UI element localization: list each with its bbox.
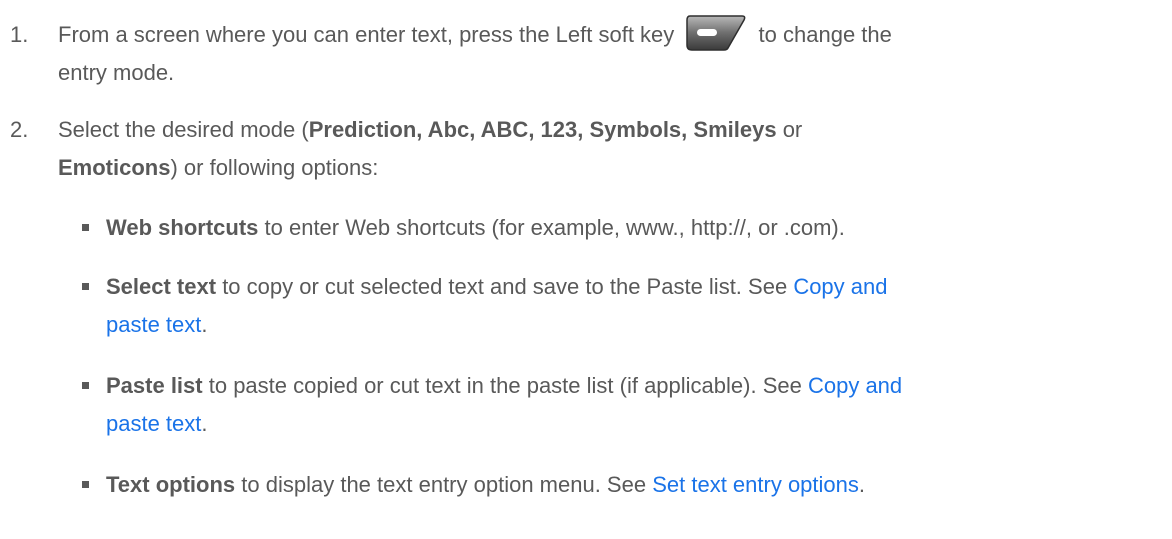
sentence-end: . <box>858 472 866 497</box>
step-number: 1. <box>10 22 29 47</box>
copy-paste-link[interactable]: Copy and <box>793 274 887 299</box>
option-term: Web shortcuts <box>106 215 259 240</box>
step-text: From a screen where you can enter text, … <box>58 15 1152 92</box>
option-text: Paste list to paste copied or cut text i… <box>106 367 1158 443</box>
option-term: Paste list <box>106 373 203 398</box>
step-line: Emoticons) or following options: <box>58 149 1152 187</box>
step-1-text-c: entry mode. <box>58 60 175 85</box>
bullet-icon <box>82 224 89 231</box>
bullet-icon <box>82 382 89 389</box>
option-text: Select text to copy or cut selected text… <box>106 268 1158 344</box>
option-term: Select text <box>106 274 217 299</box>
mode-list: Prediction, Abc, ABC, 123, Symbols, Smil… <box>308 117 777 142</box>
set-text-entry-options-link[interactable]: Set text entry options <box>652 472 859 497</box>
copy-paste-link-cont[interactable]: paste text <box>106 411 201 436</box>
option-description: to copy or cut selected text and save to… <box>222 274 788 299</box>
sentence-end: . <box>201 312 208 337</box>
bullet-icon <box>82 283 89 290</box>
mode-emoticons: Emoticons <box>58 155 171 180</box>
option-description: to enter Web shortcuts (for example, www… <box>264 215 845 240</box>
sentence-end: . <box>201 411 208 436</box>
bullet-icon <box>82 481 89 488</box>
step-1-text-b: to change the <box>758 22 892 47</box>
instruction-document: 1. From a screen where you can enter tex… <box>0 0 1172 539</box>
step-line: Select the desired mode (Prediction, Abc… <box>58 111 1152 149</box>
step-text: Select the desired mode (Prediction, Abc… <box>58 111 1152 187</box>
step-2-text-a: Select the desired mode ( <box>58 117 309 142</box>
left-soft-key-icon <box>686 15 746 51</box>
option-text: Text options to display the text entry o… <box>106 466 1158 504</box>
step-2-text-b: ) or following options: <box>170 155 379 180</box>
option-text: Web shortcuts to enter Web shortcuts (fo… <box>106 209 1158 247</box>
step-2-or: or <box>782 117 803 142</box>
option-description: to paste copied or cut text in the paste… <box>208 373 802 398</box>
copy-paste-link[interactable]: Copy and <box>808 373 902 398</box>
step-line: From a screen where you can enter text, … <box>58 15 1152 54</box>
option-term: Text options <box>106 472 236 497</box>
copy-paste-link-cont[interactable]: paste text <box>106 312 201 337</box>
option-description: to display the text entry option menu. S… <box>241 472 647 497</box>
step-1-text-a: From a screen where you can enter text, … <box>58 22 675 47</box>
step-number: 2. <box>10 117 29 142</box>
